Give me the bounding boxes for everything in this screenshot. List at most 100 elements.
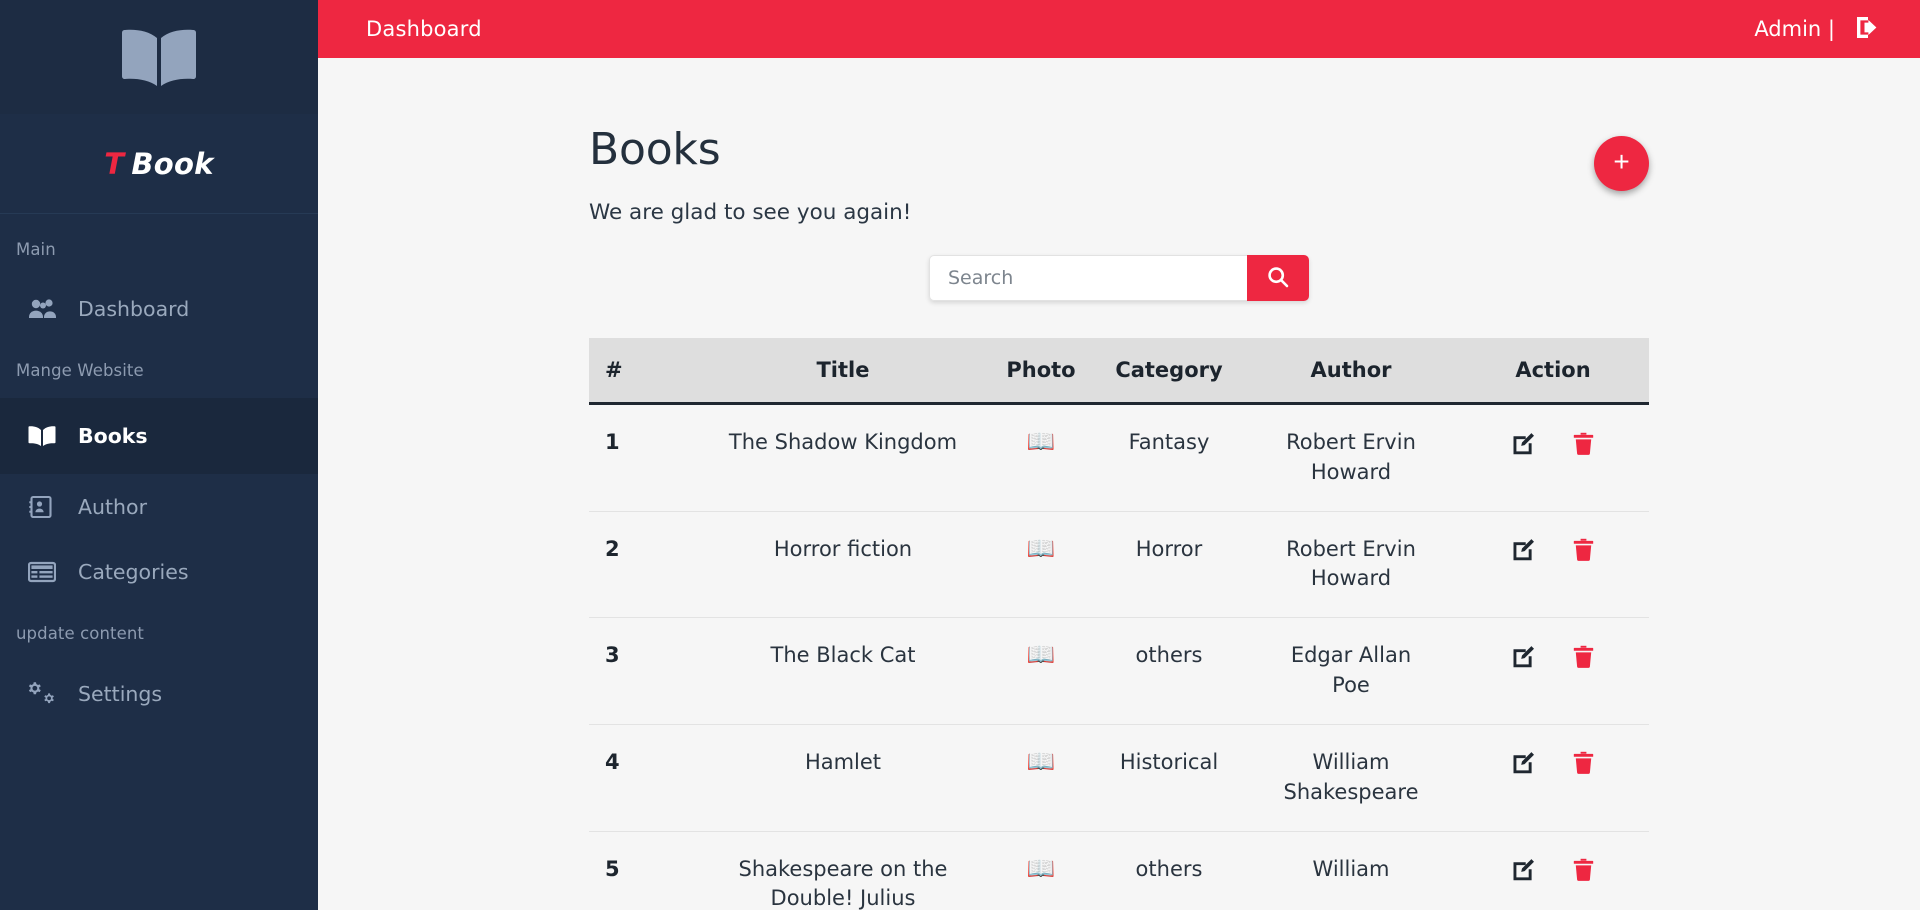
- sidebar-item-label: Books: [78, 424, 148, 448]
- table-body: 1 The Shadow Kingdom 📖 Fantasy Robert Er…: [589, 403, 1649, 910]
- delete-button[interactable]: [1573, 751, 1594, 775]
- column-header-title: Title: [697, 338, 989, 405]
- nav-heading-manage: Mange Website: [16, 361, 144, 380]
- cell-author: William Shakespeare: [1245, 724, 1457, 832]
- edit-button[interactable]: [1512, 751, 1535, 774]
- trash-icon: [1573, 858, 1594, 881]
- cell-num: 2: [589, 511, 697, 619]
- cell-action: [1457, 724, 1649, 832]
- books-table: # Title Photo Category Author Action 1 T…: [589, 338, 1649, 910]
- sidebar-item-books[interactable]: Books: [0, 398, 318, 474]
- sidebar-brand: T Book: [0, 114, 318, 214]
- search-button[interactable]: [1247, 255, 1309, 301]
- sidebar-item-label: Dashboard: [78, 297, 190, 321]
- cell-photo: 📖: [989, 724, 1093, 832]
- sidebar-item-categories[interactable]: Categories: [0, 540, 318, 604]
- table-header-row: # Title Photo Category Author Action: [589, 338, 1649, 405]
- cell-category: Horror: [1093, 511, 1245, 619]
- search-icon: [1266, 265, 1290, 292]
- sign-out-icon: [1855, 15, 1882, 43]
- column-header-num: #: [589, 338, 697, 405]
- cell-num: 4: [589, 724, 697, 832]
- trash-icon: [1573, 645, 1594, 668]
- plus-icon: +: [1613, 146, 1630, 177]
- books-table-wrap: # Title Photo Category Author Action 1 T…: [589, 338, 1649, 910]
- sidebar-item-settings[interactable]: Settings: [0, 661, 318, 727]
- logout-button[interactable]: [1855, 15, 1882, 43]
- cell-category: others: [1093, 831, 1245, 910]
- trash-icon: [1573, 432, 1594, 455]
- cell-photo: 📖: [989, 831, 1093, 910]
- trash-icon: [1573, 751, 1594, 775]
- topbar-user-label: Admin |: [1754, 17, 1835, 41]
- delete-button[interactable]: [1573, 645, 1594, 668]
- cell-title: The Black Cat: [697, 617, 989, 725]
- cell-photo: 📖: [989, 511, 1093, 619]
- sidebar-item-label: Settings: [78, 682, 163, 706]
- cell-title: Horror fiction: [697, 511, 989, 619]
- search-group: [929, 255, 1309, 301]
- book-photo-icon: 📖: [1026, 642, 1056, 669]
- open-book-icon: [118, 26, 200, 88]
- topbar-title: Dashboard: [366, 17, 482, 41]
- cell-category: Fantasy: [1093, 403, 1245, 512]
- edit-pencil-square-icon: [1512, 645, 1535, 668]
- edit-pencil-square-icon: [1512, 751, 1535, 774]
- cell-num: 1: [589, 403, 697, 512]
- cell-num: 5: [589, 831, 697, 910]
- edit-button[interactable]: [1512, 858, 1535, 881]
- table-row: 5 Shakespeare on the Double! Julius 📖 ot…: [589, 831, 1649, 910]
- cell-num: 3: [589, 617, 697, 725]
- column-header-photo: Photo: [989, 338, 1093, 405]
- sidebar-nav: Main Dashboard Mange Website Books Autho…: [0, 214, 318, 910]
- sidebar-item-label: Categories: [78, 560, 189, 584]
- cell-author: Robert Ervin Howard: [1245, 511, 1457, 619]
- table-row: 2 Horror fiction 📖 Horror Robert Ervin H…: [589, 511, 1649, 619]
- cell-action: [1457, 403, 1649, 512]
- cell-title: The Shadow Kingdom: [697, 403, 989, 512]
- sidebar-logo: [0, 0, 318, 114]
- content-area: Books We are glad to see you again! + Se…: [318, 58, 1920, 910]
- table-row: 1 The Shadow Kingdom 📖 Fantasy Robert Er…: [589, 403, 1649, 512]
- page-title: Books: [589, 124, 721, 175]
- app-root: T Book Main Dashboard Mange Website Book…: [0, 0, 1920, 910]
- main-area: Dashboard Admin | Books We are glad to s…: [318, 0, 1920, 910]
- sidebar-item-dashboard[interactable]: Dashboard: [0, 277, 318, 341]
- address-card-icon: [28, 494, 62, 520]
- column-header-author: Author: [1245, 338, 1457, 405]
- table-row: 4 Hamlet 📖 Historical William Shakespear…: [589, 724, 1649, 832]
- table-head: # Title Photo Category Author Action: [589, 338, 1649, 405]
- edit-button[interactable]: [1512, 538, 1535, 561]
- trash-icon: [1573, 538, 1594, 562]
- nav-heading-update: update content: [16, 624, 144, 643]
- cell-photo: 📖: [989, 617, 1093, 725]
- column-header-action: Action: [1457, 338, 1649, 405]
- add-book-button[interactable]: +: [1594, 136, 1649, 191]
- cell-title: Shakespeare on the Double! Julius: [697, 831, 989, 910]
- edit-button[interactable]: [1512, 432, 1535, 455]
- delete-button[interactable]: [1573, 432, 1594, 455]
- delete-button[interactable]: [1573, 538, 1594, 562]
- search-area: [589, 255, 1649, 301]
- page-subtitle: We are glad to see you again!: [589, 200, 912, 225]
- edit-pencil-square-icon: [1512, 538, 1535, 561]
- cell-category: Historical: [1093, 724, 1245, 832]
- topbar-right: Admin |: [1754, 15, 1882, 43]
- brand-name-text: Book: [131, 146, 214, 181]
- brand-accent-letter: T: [104, 146, 125, 181]
- table-row: 3 The Black Cat 📖 others Edgar Allan Poe: [589, 617, 1649, 725]
- edit-pencil-square-icon: [1512, 858, 1535, 881]
- search-input[interactable]: [929, 255, 1247, 301]
- delete-button[interactable]: [1573, 858, 1594, 881]
- cell-action: [1457, 511, 1649, 619]
- sidebar-item-author[interactable]: Author: [0, 474, 318, 540]
- column-header-category: Category: [1093, 338, 1245, 405]
- cell-author: Edgar Allan Poe: [1245, 617, 1457, 725]
- table-list-icon: [28, 561, 62, 583]
- book-photo-icon: 📖: [1026, 855, 1056, 882]
- sidebar: T Book Main Dashboard Mange Website Book…: [0, 0, 318, 910]
- cell-action: [1457, 831, 1649, 910]
- nav-heading-main: Main: [16, 240, 56, 259]
- edit-button[interactable]: [1512, 645, 1535, 668]
- cell-action: [1457, 617, 1649, 725]
